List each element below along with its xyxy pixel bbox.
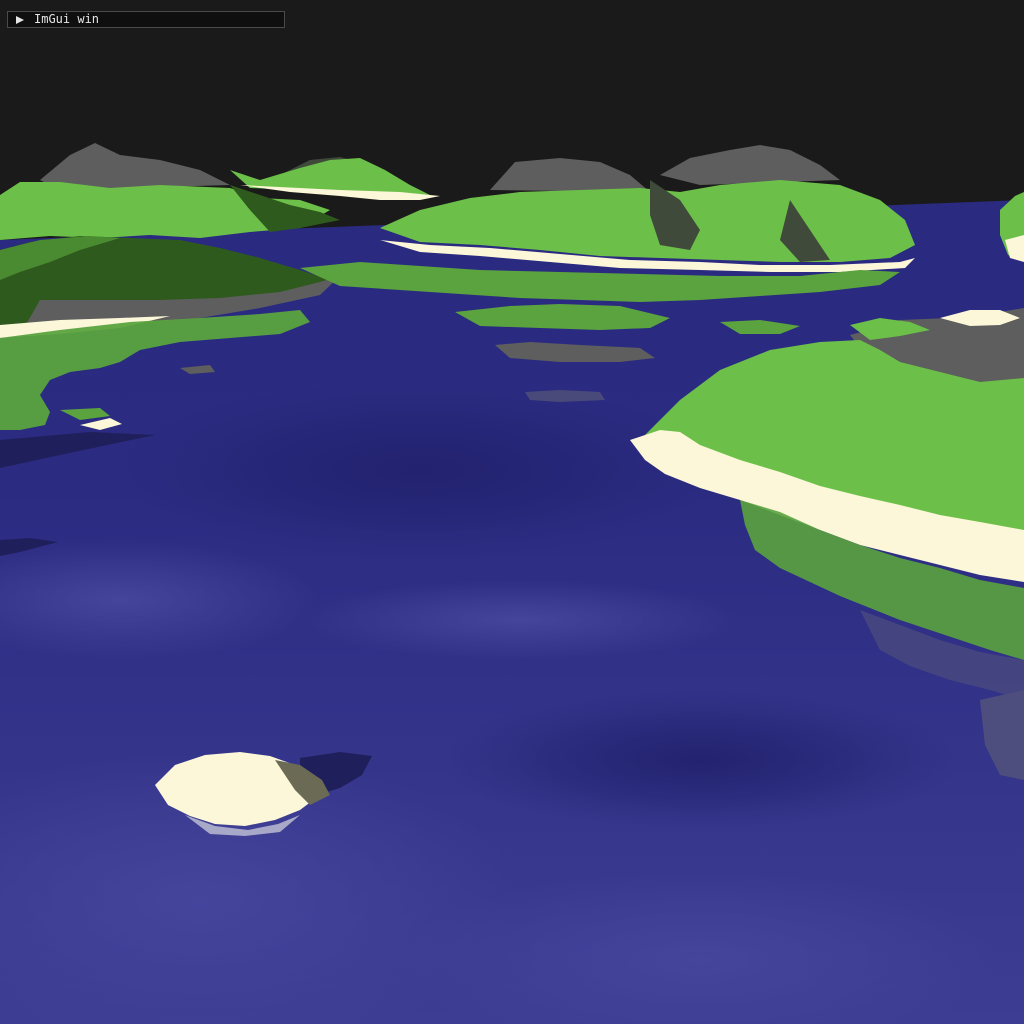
game-viewport[interactable]: ImGui win	[0, 0, 1024, 1024]
rock-flat	[525, 390, 605, 402]
terrain-scene[interactable]	[0, 0, 1024, 1024]
water-deep-patch	[440, 690, 960, 830]
water-light-patch	[300, 580, 740, 660]
imgui-window-title: ImGui win	[34, 12, 100, 26]
triangle-right-icon[interactable]	[15, 15, 25, 25]
imgui-window-header[interactable]: ImGui win	[7, 11, 285, 28]
water-deep-patch	[120, 380, 720, 560]
